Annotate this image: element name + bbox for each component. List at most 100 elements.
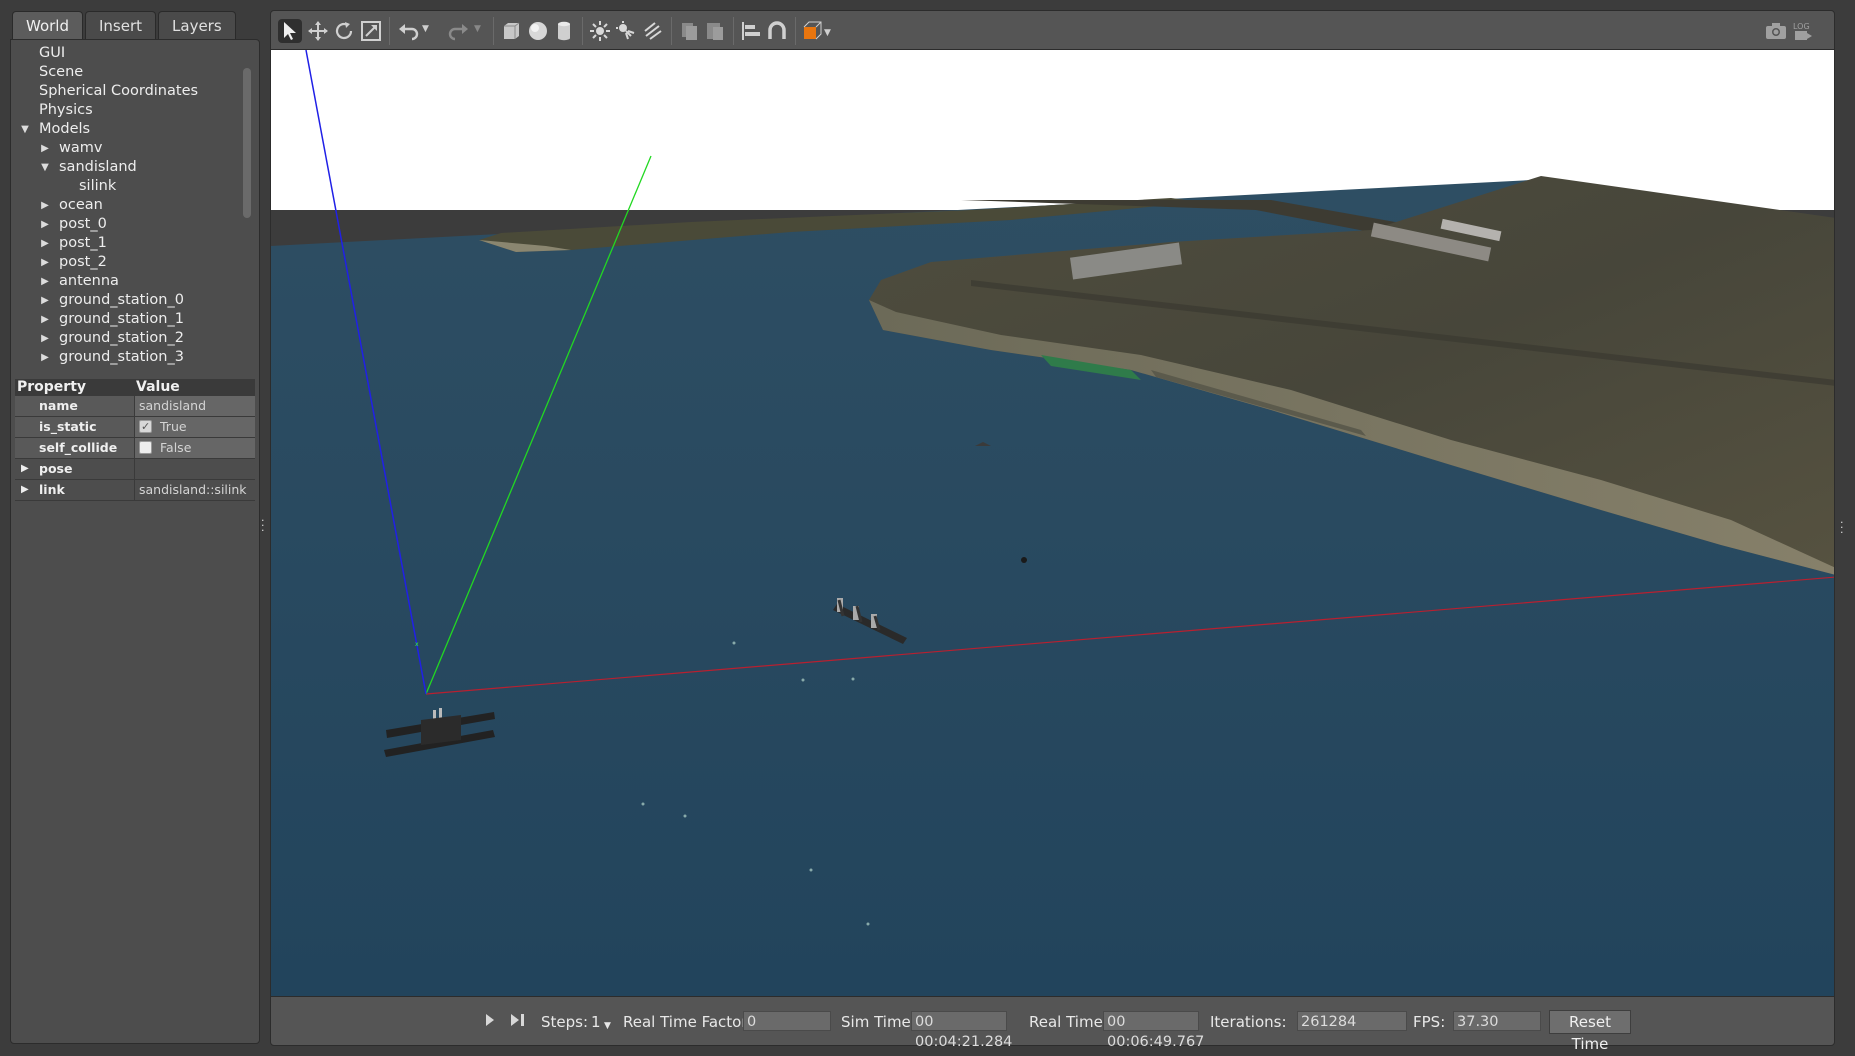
step-icon[interactable] <box>508 1010 528 1035</box>
scale-icon[interactable] <box>359 19 383 43</box>
tree-item[interactable]: Physics <box>13 101 243 120</box>
world-panel: GUI Scene Spherical Coordinates Physics ▼ Mod… <box>10 39 260 1044</box>
tree-item[interactable]: ▶ post_2 <box>13 253 243 272</box>
tree-item-label: post_0 <box>59 216 107 232</box>
prop-label: pose <box>39 461 73 476</box>
tree-item[interactable]: ▶ ground_station_3 <box>13 348 243 367</box>
expand-arrow-icon[interactable]: ▶ <box>39 329 51 348</box>
expand-arrow-icon[interactable]: ▶ <box>39 291 51 310</box>
origin-marker: x <box>415 641 419 648</box>
play-icon[interactable] <box>483 1010 497 1035</box>
log-icon[interactable]: LOG <box>1791 19 1815 43</box>
view-angle-icon[interactable] <box>801 19 825 43</box>
point-light-icon[interactable] <box>588 19 612 43</box>
tree-item-label: ocean <box>59 197 103 213</box>
scene-render[interactable]: x <box>271 50 1835 996</box>
screenshot-icon[interactable] <box>1764 19 1788 43</box>
collapse-arrow-icon[interactable]: ▼ <box>19 120 31 139</box>
left-panel: World Insert Layers GUI Scene Spherical Co… <box>10 8 260 1046</box>
expand-arrow-icon[interactable]: ▶ <box>39 234 51 253</box>
tree-item[interactable]: ▼ sandisland <box>13 158 243 177</box>
expand-arrow-icon[interactable]: ▶ <box>39 272 51 291</box>
expand-arrow-icon[interactable]: ▶ <box>21 480 29 500</box>
tree-item[interactable]: ▶ post_0 <box>13 215 243 234</box>
property-table: Property Value name sandisland is_static… <box>15 379 255 501</box>
right-splitter-handle[interactable]: · · · <box>1840 517 1844 540</box>
prop-row-link[interactable]: ▶ link sandisland::silink <box>15 480 255 501</box>
panel-tabs: World Insert Layers <box>12 11 238 39</box>
expand-arrow-icon[interactable]: ▶ <box>39 253 51 272</box>
tree-item-label: sandisland <box>59 159 137 175</box>
reset-time-button[interactable]: Reset Time <box>1549 1010 1631 1053</box>
undo-icon[interactable] <box>396 19 420 43</box>
self-collide-checkbox[interactable] <box>139 441 152 454</box>
redo-icon[interactable] <box>447 19 471 43</box>
expand-arrow-icon[interactable]: ▶ <box>39 348 51 367</box>
prop-name-value[interactable]: sandisland <box>134 396 255 416</box>
is-static-checkbox[interactable] <box>139 417 152 437</box>
tree-item-label: antenna <box>59 273 119 289</box>
view-angle-dropdown-icon[interactable]: ▼ <box>824 28 831 38</box>
prop-row-pose[interactable]: ▶ pose <box>15 459 255 480</box>
3d-viewport[interactable]: x <box>270 50 1835 996</box>
tab-layers[interactable]: Layers <box>158 11 236 39</box>
tab-world[interactable]: World <box>12 11 83 39</box>
marker <box>866 922 870 926</box>
prop-label: name <box>15 396 134 416</box>
marker <box>732 641 736 645</box>
expand-arrow-icon[interactable]: ▶ <box>39 139 51 158</box>
steps-value[interactable]: 1 <box>591 1012 601 1032</box>
tree-item[interactable]: ▶ ocean <box>13 196 243 215</box>
copy-icon[interactable] <box>677 19 701 43</box>
tree-item[interactable]: ▶ antenna <box>13 272 243 291</box>
tree-item[interactable]: Scene <box>13 63 243 82</box>
steps-dropdown-icon[interactable]: ▼ <box>604 1016 611 1036</box>
iterations-field: 261284 <box>1297 1011 1407 1031</box>
tree-item-label: Models <box>39 121 91 137</box>
directional-light-icon[interactable] <box>641 19 665 43</box>
select-arrow-icon[interactable] <box>278 19 302 43</box>
sphere-icon[interactable] <box>526 19 550 43</box>
property-column-header: Property <box>17 379 87 395</box>
tree-item[interactable]: silink <box>13 177 243 196</box>
real-time-label: Real Time: <box>1029 1013 1108 1031</box>
translate-icon[interactable] <box>306 19 330 43</box>
tree-item[interactable]: ▶ ground_station_0 <box>13 291 243 310</box>
expand-arrow-icon[interactable]: ▶ <box>39 310 51 329</box>
property-header: Property Value <box>15 379 255 396</box>
prop-label: is_static <box>15 417 134 437</box>
self-collide-text: False <box>160 440 192 455</box>
expand-arrow-icon[interactable]: ▶ <box>39 215 51 234</box>
rotate-icon[interactable] <box>332 19 356 43</box>
bottom-bar: Steps: 1 ▼ Real Time Factor: 0 Sim Time:… <box>270 996 1835 1053</box>
tree-item[interactable]: Spherical Coordinates <box>13 82 243 101</box>
sim-time-field: 00 00:04:21.284 <box>911 1011 1012 1050</box>
paste-icon[interactable] <box>703 19 727 43</box>
prop-label: link <box>39 482 65 497</box>
tree-item[interactable]: ▶ post_1 <box>13 234 243 253</box>
left-splitter-handle[interactable]: · · · <box>261 515 265 538</box>
box-icon[interactable] <box>499 19 523 43</box>
tree-item[interactable]: GUI <box>13 44 243 63</box>
tree-scrollbar[interactable] <box>243 68 251 218</box>
tab-insert[interactable]: Insert <box>85 11 157 39</box>
spot-light-icon[interactable] <box>614 19 638 43</box>
undo-dropdown-icon[interactable]: ▼ <box>422 24 429 34</box>
redo-dropdown-icon[interactable]: ▼ <box>474 24 481 34</box>
tree-item[interactable]: ▶ wamv <box>13 139 243 158</box>
expand-arrow-icon[interactable]: ▶ <box>39 196 51 215</box>
expand-arrow-icon[interactable]: ▶ <box>21 459 29 479</box>
real-time-field: 00 00:06:49.767 <box>1103 1011 1204 1050</box>
tree-item[interactable]: ▼ Models <box>13 120 243 139</box>
prop-is-static-value: True <box>134 417 255 437</box>
tree-item-label: wamv <box>59 140 103 156</box>
align-icon[interactable] <box>739 19 763 43</box>
cylinder-icon[interactable] <box>552 19 576 43</box>
tree-item-label: post_1 <box>59 235 107 251</box>
tree-item[interactable]: ▶ ground_station_2 <box>13 329 243 348</box>
tree-item[interactable]: ▶ ground_station_1 <box>13 310 243 329</box>
prop-self-collide-value: False <box>134 438 255 458</box>
snap-magnet-icon[interactable] <box>765 19 789 43</box>
collapse-arrow-icon[interactable]: ▼ <box>39 158 51 177</box>
prop-pose-value <box>134 459 255 479</box>
